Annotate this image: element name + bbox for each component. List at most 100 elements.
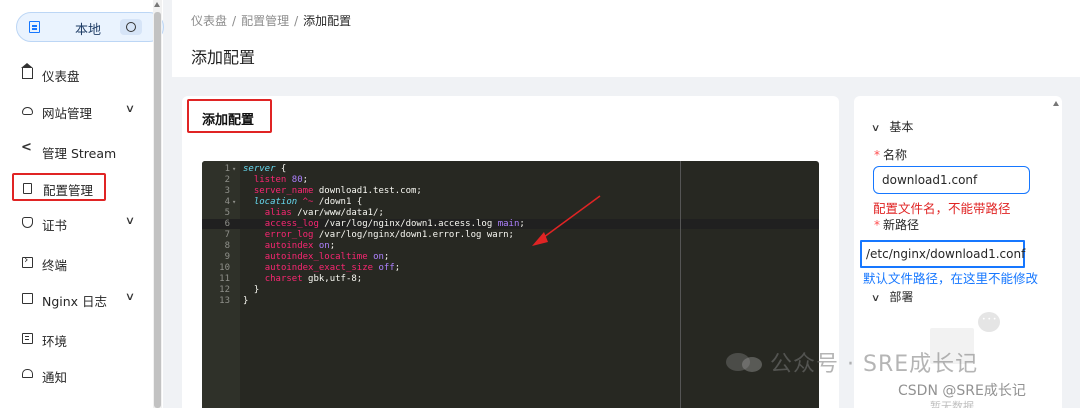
list-icon xyxy=(29,21,40,33)
line-number: 12 xyxy=(219,285,230,295)
fold-toggle-icon[interactable]: ▾ xyxy=(232,164,236,174)
section-deploy-label: 部署 xyxy=(889,290,914,304)
card-title: 添加配置 xyxy=(202,113,255,128)
sidebar-item-terminal[interactable]: 终端 xyxy=(0,248,150,278)
empty-chat-bubble-icon xyxy=(978,312,1000,332)
home-icon xyxy=(21,63,33,79)
code-line: 10 autoindex_exact_size off; xyxy=(202,263,819,273)
code-line: 8 autoindex on; xyxy=(202,241,819,251)
card-title-highlight: 添加配置 xyxy=(187,99,272,133)
line-number: 9 xyxy=(224,252,230,262)
sidebar-item-environment[interactable]: 环境 xyxy=(0,324,150,354)
required-star: * xyxy=(874,148,880,162)
line-number: 7 xyxy=(224,230,230,240)
sidebar-item-label: 配置管理 xyxy=(43,183,94,198)
code-line: 9 autoindex_localtime on; xyxy=(202,252,819,262)
line-number: 6 xyxy=(224,219,230,229)
line-number: 13 xyxy=(219,296,230,306)
document-icon xyxy=(22,293,33,304)
sidebar-item-label: 环境 xyxy=(42,334,68,349)
code-text: listen 80; xyxy=(253,175,309,185)
code-line: 11 charset gbk,utf-8; xyxy=(202,274,819,284)
environment-selector[interactable]: 本地 xyxy=(16,12,164,42)
chevron-down-icon[interactable]: ∨ xyxy=(125,290,135,303)
code-text: charset gbk,utf-8; xyxy=(264,274,363,284)
required-star: * xyxy=(874,218,880,232)
breadcrumb-separator: / xyxy=(294,14,299,28)
code-text: } xyxy=(243,285,260,295)
line-number: 2 xyxy=(224,175,230,185)
wechat-icon xyxy=(726,349,770,375)
share-icon xyxy=(21,140,33,156)
sidebar-item-label: 终端 xyxy=(42,258,68,273)
panel-scroll-up-icon[interactable] xyxy=(1053,101,1059,106)
code-text: location ^~ /down1 { xyxy=(253,197,363,207)
fold-toggle-icon[interactable]: ▾ xyxy=(232,197,236,207)
chevron-down-icon: ∨ xyxy=(870,123,881,134)
code-line: 7 error_log /var/log/nginx/down1.error.l… xyxy=(202,230,819,240)
file-icon xyxy=(23,183,32,194)
code-text: autoindex_exact_size off; xyxy=(264,263,401,273)
section-basic[interactable]: ∨ 基本 xyxy=(870,118,913,135)
code-text: } xyxy=(243,296,249,306)
sidebar-item-label: Nginx 日志 xyxy=(42,294,108,309)
section-deploy[interactable]: ∨ 部署 xyxy=(870,288,914,305)
code-line: 5 alias /var/www/data1/; xyxy=(202,208,819,218)
sidebar-item-dashboard[interactable]: 仪表盘 xyxy=(0,59,150,89)
bell-icon xyxy=(22,369,33,378)
chevron-down-icon[interactable]: ∨ xyxy=(125,214,135,227)
code-text: access_log /var/log/nginx/down1.access.l… xyxy=(264,219,525,229)
sidebar-item-stream-management[interactable]: 管理 Stream xyxy=(0,136,150,166)
chevron-down-icon[interactable]: ∨ xyxy=(125,102,135,115)
code-line: 3 server_name download1.test.com; xyxy=(202,186,819,196)
line-number: 11 xyxy=(219,274,230,284)
sidebar-scrollbar[interactable] xyxy=(153,0,162,408)
watermark-text: 公众号 · SRE成长记 xyxy=(770,352,979,377)
breadcrumb: 仪表盘 / 配置管理 / 添加配置 xyxy=(191,12,351,29)
sidebar-item-site-management[interactable]: 网站管理 ∨ xyxy=(0,96,150,126)
sidebar-item-config-management[interactable]: 配置管理 xyxy=(12,173,106,201)
terminal-icon xyxy=(22,253,33,268)
list-icon xyxy=(22,333,33,344)
sidebar: 本地 仪表盘网站管理 ∨ 管理 Stream 配置管理证书 ∨ 终端 Nginx 日志 ∨ 环境… xyxy=(0,0,164,408)
line-number: 8 xyxy=(224,241,230,251)
dashboard-gauge-icon[interactable] xyxy=(120,19,142,35)
code-text: autoindex on; xyxy=(264,241,336,251)
line-number: 10 xyxy=(219,263,230,273)
code-text: error_log /var/log/nginx/down1.error.log… xyxy=(264,230,514,240)
breadcrumb-item-config[interactable]: 配置管理 xyxy=(241,14,289,28)
path-label-text: 新路径 xyxy=(883,218,920,232)
line-number: 5 xyxy=(224,208,230,218)
page-title: 添加配置 xyxy=(191,48,256,67)
scroll-up-arrow-icon[interactable] xyxy=(154,2,160,7)
breadcrumb-separator: / xyxy=(232,14,237,28)
csdn-watermark: CSDN @SRE成长记 xyxy=(898,383,1026,399)
code-line: 4 ▾ location ^~ /down1 { xyxy=(202,197,819,207)
sidebar-item-notifications[interactable]: 通知 xyxy=(0,360,150,390)
name-label-text: 名称 xyxy=(883,148,908,162)
breadcrumb-item-current: 添加配置 xyxy=(303,14,352,28)
code-line: 6 access_log /var/log/nginx/down1.access… xyxy=(202,219,819,229)
sidebar-item-label: 证书 xyxy=(42,218,68,233)
shield-icon xyxy=(22,217,33,228)
code-line: 2 listen 80; xyxy=(202,175,819,185)
path-field-label: * 新路径 xyxy=(874,216,919,233)
code-text: server_name download1.test.com; xyxy=(253,186,422,196)
chevron-down-icon: ∨ xyxy=(870,293,881,304)
line-number: 4 xyxy=(224,197,230,207)
name-input[interactable]: download1.conf xyxy=(873,166,1030,194)
sidebar-item-certificates[interactable]: 证书 ∨ xyxy=(0,208,150,238)
path-annotation: 默认文件路径，在这里不能修改 xyxy=(863,271,1039,286)
breadcrumb-item-dashboard[interactable]: 仪表盘 xyxy=(191,14,227,28)
page-header: 仪表盘 / 配置管理 / 添加配置 添加配置 xyxy=(172,0,1080,77)
watermark: 公众号 · SRE成长记 xyxy=(726,346,978,378)
line-number: 1 xyxy=(224,164,230,174)
environment-label: 本地 xyxy=(75,23,102,38)
code-text: autoindex_localtime on; xyxy=(264,252,390,262)
scrollbar-thumb[interactable] xyxy=(154,12,161,408)
code-line: 13} xyxy=(202,296,819,306)
new-path-input[interactable]: /etc/nginx/download1.conf xyxy=(860,240,1025,268)
sidebar-item-nginx-log[interactable]: Nginx 日志 ∨ xyxy=(0,284,150,314)
code-text: server { xyxy=(243,164,287,174)
code-line: 12 } xyxy=(202,285,819,295)
